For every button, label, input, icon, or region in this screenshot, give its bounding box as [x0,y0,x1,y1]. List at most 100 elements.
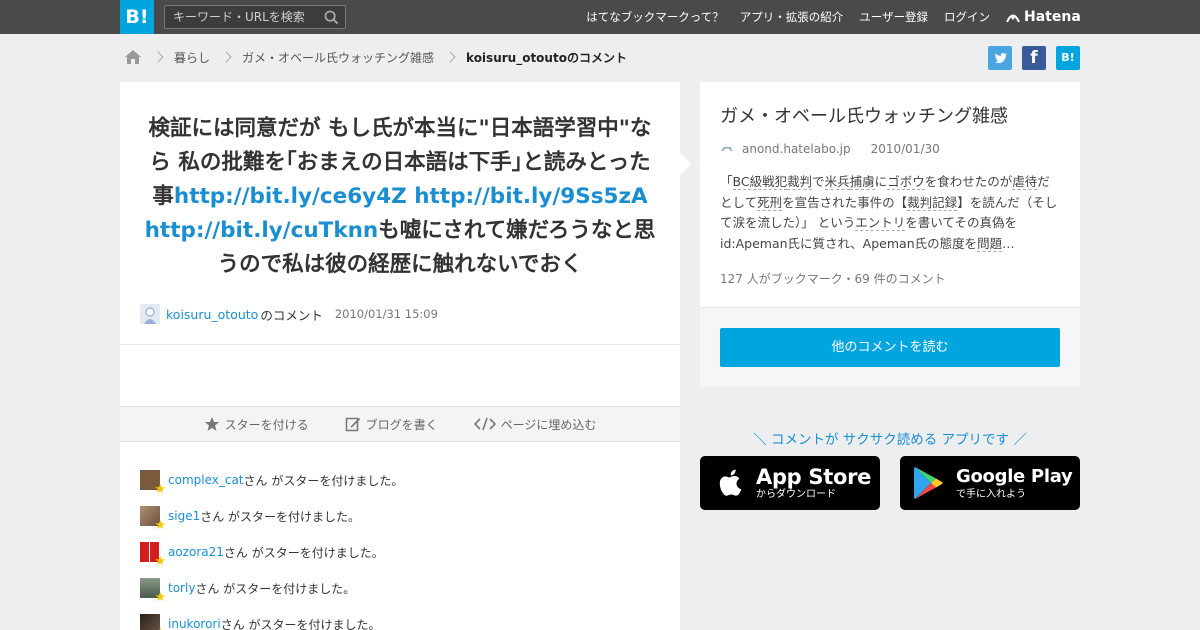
hatena-brand[interactable]: Hatena [1006,7,1081,27]
star-icon: ★ [154,518,166,533]
site-favicon-icon [721,146,733,152]
facebook-icon: f [1030,48,1038,68]
search-box[interactable] [164,5,346,29]
top-nav: はてなブックマークって？ アプリ・拡張の紹介 ユーザー登録 ログイン [586,0,990,34]
list-item: ★ sige1 さん がスターを付けました。 [140,498,660,534]
star-username[interactable]: complex_cat [168,473,244,487]
avatar[interactable]: ★ [140,614,166,630]
write-blog-label: ブログを書く [365,417,438,432]
chevron-right-icon [220,51,232,63]
desc-text: 「 [720,174,733,189]
avatar[interactable]: ★ [140,542,166,568]
home-icon[interactable] [124,49,142,65]
keyword-link[interactable]: BC級戦犯 [732,174,788,190]
star-list: ★ complex_cat さん がスターを付けました。 ★ sige1 さん がス… [140,462,660,630]
entry-title[interactable]: ガメ・オベール氏ウォッチング雑感 [720,102,1008,128]
comment-actions: スターを付ける ブログを書く ページに埋め込む [120,406,680,442]
app-promo-text: ＼ コメントが サクサク読める アプリです ／ [753,432,1027,448]
write-blog-button[interactable]: ブログを書く [345,416,438,433]
comment-link-3[interactable]: http://bit.ly/cuTknn [145,218,379,243]
twitter-share-button[interactable] [988,46,1012,70]
keyword-link[interactable]: 米兵 [824,174,850,190]
star-icon: ★ [154,482,166,497]
apple-icon [719,469,742,496]
desc-text: に [874,174,888,189]
breadcrumb: 暮らし ガメ・オベール氏ウォッチング雑感 koisuru_otoutoのコメント [124,47,627,67]
avatar[interactable]: ★ [140,470,166,496]
star-icon: ★ [154,554,166,569]
star-username[interactable]: inukorori [168,617,221,630]
app-store-sublabel: からダウンロード [756,489,836,500]
search-icon[interactable] [324,10,339,25]
read-more-comments-button[interactable]: 他のコメントを読む [720,328,1060,367]
nav-about[interactable]: はてなブックマークって？ [586,9,723,25]
keyword-link[interactable]: エントリ [855,215,906,231]
star-username[interactable]: sige1 [168,509,200,523]
google-play-sublabel: で手に入れよう [956,489,1026,500]
desc-text: で [812,174,825,189]
hatena-bookmark-logo[interactable]: B! [120,0,154,34]
breadcrumb-category[interactable]: 暮らし [174,49,210,66]
entry-date: 2010/01/30 [870,142,940,156]
google-play-text: Google Play で手に入れよう [956,465,1073,501]
avatar[interactable]: ★ [140,506,166,532]
google-play-label: Google Play [956,466,1073,487]
keyword-link[interactable]: 裁判記録 [907,194,958,211]
nav-register[interactable]: ユーザー登録 [859,9,928,25]
entry-panel-footer: 他のコメントを読む [700,307,1080,387]
list-item: ★ inukororiさん がスターを付けました。 [140,606,660,630]
hatena-share-button[interactable]: B! [1056,46,1080,70]
top-bar: B! はてなブックマークって？ アプリ・拡張の紹介 ユーザー登録 ログイン Ha… [0,0,1200,34]
star-text: さん がスターを付けました。 [220,617,381,630]
desc-text: を宣告された事件の【 [782,194,908,210]
nav-login[interactable]: ログイン [944,9,990,25]
desc-text: を食わせたのが [924,174,1013,189]
google-play-icon [914,467,943,499]
comment-author: koisuru_otouto のコメント 2010/01/31 15:09 [140,304,438,324]
comment-body: 検証には同意だが もし氏が本当に"日本語学習中"なら 私の批難を｢おまえの日本語… [140,112,660,282]
facebook-share-button[interactable]: f [1022,46,1046,70]
entry-description: 「BC級戦犯裁判で米兵捕虜にゴボウを食わせたのが虐待だとして死刑を宣告された事件… [720,172,1060,254]
keyword-link[interactable]: ゴボウ [887,174,925,190]
comment-card: 検証には同意だが もし氏が本当に"日本語学習中"なら 私の批難を｢おまえの日本語… [120,82,692,630]
star-username[interactable]: torly [168,581,195,595]
entry-meta: anond.hatelabo.jp 2010/01/30 [720,142,940,156]
comment-link-2[interactable]: http://bit.ly/9Ss5zA [414,184,647,209]
app-store-label: App Store [756,465,872,489]
comment-username[interactable]: koisuru_otouto [166,307,258,322]
search-input[interactable] [173,9,321,25]
star-text: さん がスターを付けました。 [195,581,356,596]
avatar[interactable]: ★ [140,578,166,604]
star-username[interactable]: aozora21 [168,545,224,559]
card-pointer [668,152,692,176]
comment-link-1[interactable]: http://bit.ly/ce6y4Z [174,184,407,209]
comment-suffix: のコメント [260,307,323,323]
list-item: ★ aozora21 さん がスターを付けました。 [140,534,660,570]
code-icon [473,417,496,431]
keyword-link[interactable]: 裁判 [787,174,813,190]
star-text: さん がスターを付けました。 [223,545,384,560]
add-star-button[interactable]: スターを付ける [204,416,309,433]
star-text: さん がスターを付けました。 [200,509,361,524]
embed-button[interactable]: ページに埋め込む [473,416,596,433]
keyword-link[interactable]: 死刑 [757,194,783,211]
list-item: ★ complex_cat さん がスターを付けました。 [140,462,660,498]
google-play-button[interactable]: Google Play で手に入れよう [900,456,1080,510]
desc-text: … [1002,235,1015,251]
keyword-link[interactable]: 問題 [977,235,1003,252]
star-icon: ★ [154,590,166,605]
keyword-link[interactable]: 虐待 [1012,174,1038,190]
nav-apps[interactable]: アプリ・拡張の紹介 [740,9,844,25]
breadcrumb-entry[interactable]: ガメ・オベール氏ウォッチング雑感 [242,49,434,66]
comment-date: 2010/01/31 15:09 [334,307,438,321]
avatar[interactable] [140,304,160,324]
breadcrumb-current: koisuru_otoutoのコメント [466,50,627,65]
keyword-link[interactable]: 捕虜 [849,174,875,190]
edit-icon [345,417,360,432]
hatena-b-icon: B! [1061,51,1075,64]
entry-site[interactable]: anond.hatelabo.jp [742,142,851,156]
divider [120,344,680,345]
app-store-button[interactable]: App Store からダウンロード [700,456,880,510]
chevron-right-icon [152,51,164,63]
bookmark-count: 127 人がブックマーク・69 件のコメント [720,272,946,286]
